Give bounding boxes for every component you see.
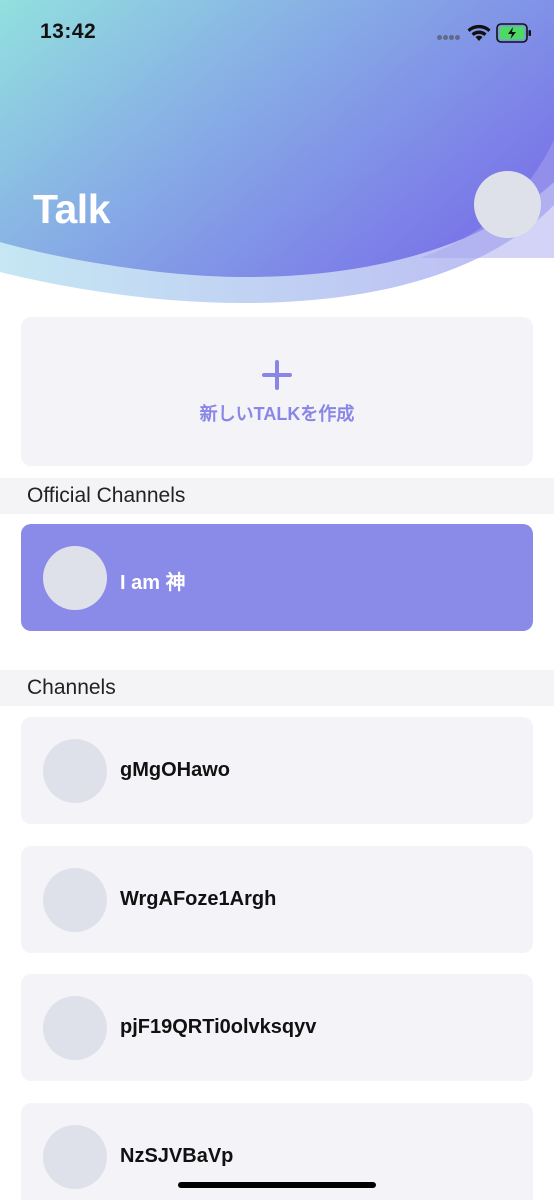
channel-name: NzSJVBaVp xyxy=(120,1145,234,1167)
section-header-official: Official Channels xyxy=(0,478,554,514)
wifi-icon xyxy=(467,24,491,41)
status-time: 13:42 xyxy=(40,20,97,43)
section-header-channels: Channels xyxy=(0,670,554,706)
channel-avatar xyxy=(43,546,107,610)
official-channel-item[interactable]: I am 神 xyxy=(21,524,533,631)
channel-avatar xyxy=(43,739,107,803)
battery-charging-icon xyxy=(496,23,531,43)
channel-name: I am 神 xyxy=(120,572,186,594)
page-title: Talk xyxy=(33,186,111,232)
home-indicator[interactable] xyxy=(178,1182,376,1188)
profile-avatar[interactable] xyxy=(474,171,541,238)
section-title-channels: Channels xyxy=(27,676,116,699)
channel-avatar xyxy=(43,996,107,1060)
channel-name: gMgOHawo xyxy=(120,759,230,781)
plus-icon xyxy=(262,360,292,390)
section-title-official: Official Channels xyxy=(27,484,186,507)
channel-item[interactable]: gMgOHawo xyxy=(21,717,533,824)
channel-avatar xyxy=(43,868,107,932)
channel-item[interactable]: pjF19QRTi0olvksqyv xyxy=(21,974,533,1081)
cellular-signal-icon xyxy=(437,35,461,41)
channel-name: pjF19QRTi0olvksqyv xyxy=(120,1016,317,1038)
create-talk-label: 新しいTALKを作成 xyxy=(199,404,355,424)
channel-name: WrgAFoze1Argh xyxy=(120,888,277,910)
channel-item[interactable]: WrgAFoze1Argh xyxy=(21,846,533,953)
create-talk-button[interactable] xyxy=(21,317,533,466)
status-bar: 13:42 xyxy=(0,0,554,64)
channel-avatar xyxy=(43,1125,107,1189)
